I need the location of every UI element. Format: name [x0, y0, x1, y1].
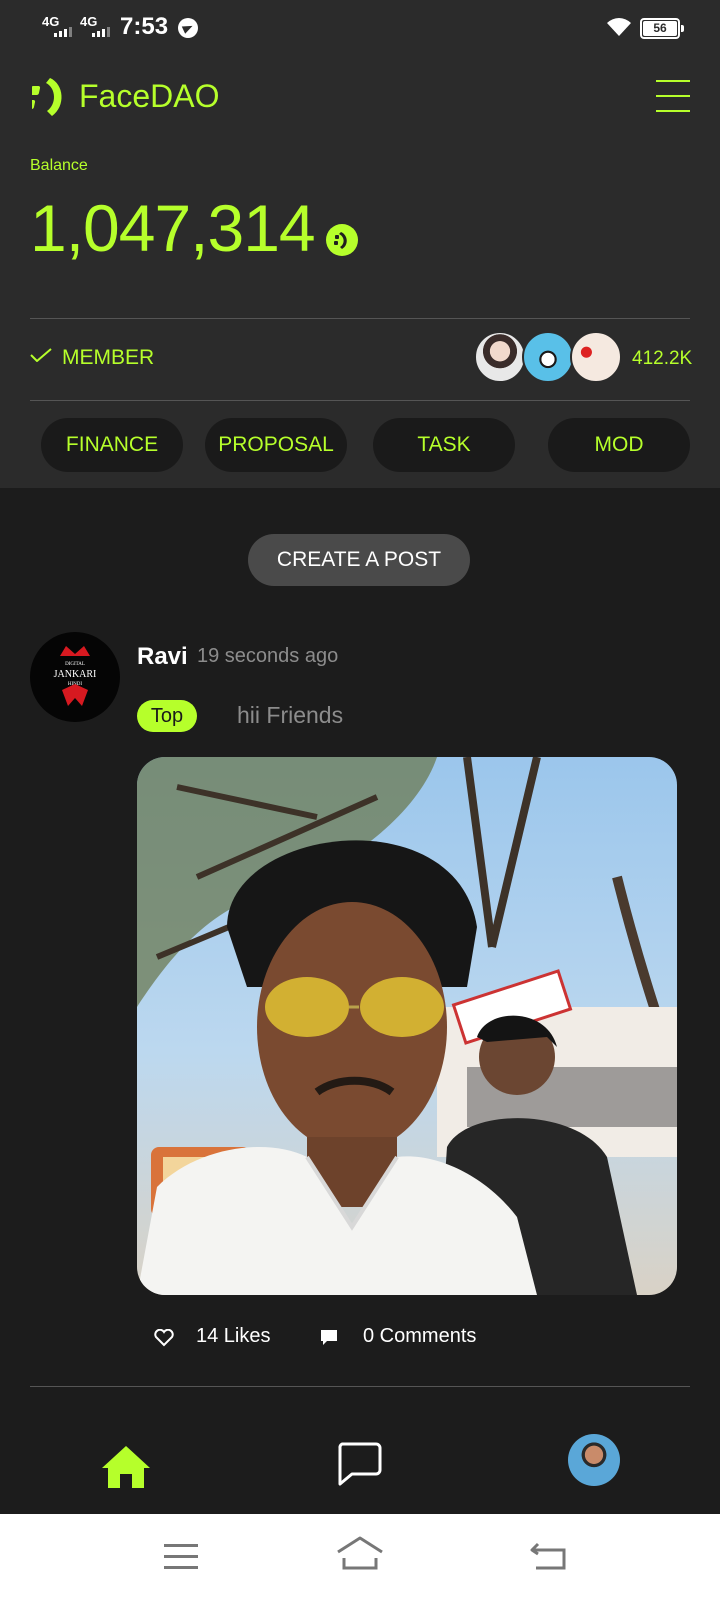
chat-icon[interactable] — [336, 1440, 382, 1486]
post-author[interactable]: Ravi — [137, 643, 188, 671]
telegram-icon — [178, 18, 198, 38]
post-photo — [137, 757, 677, 1295]
member-avatar — [570, 331, 622, 383]
divider — [30, 318, 690, 319]
likes-count[interactable]: 14 Likes — [196, 1325, 271, 1348]
battery-icon: 56 — [640, 18, 684, 39]
jankari-logo: DIGITAL JANKARI HINDI — [54, 646, 97, 706]
signal-icon — [54, 27, 72, 37]
coin-icon — [326, 224, 358, 256]
signal-icon — [92, 27, 110, 37]
proposal-button[interactable]: PROPOSAL — [205, 418, 347, 472]
check-icon — [30, 348, 52, 362]
balance-value: 1,047,314 — [30, 191, 316, 265]
balance-label: Balance — [30, 157, 88, 174]
home-system-icon[interactable] — [336, 1536, 384, 1572]
hamburger-menu-icon[interactable] — [656, 80, 690, 114]
coin-logo-icon — [334, 232, 347, 249]
status-bar: 4G 4G 7:53 56 — [0, 0, 720, 56]
author-avatar[interactable]: DIGITAL JANKARI HINDI — [30, 632, 120, 722]
avatar-text-line: DIGITAL — [65, 662, 85, 667]
facedao-logo-icon — [32, 78, 62, 116]
member-count: 412.2K — [632, 348, 693, 369]
comment-icon[interactable] — [320, 1329, 338, 1347]
post-image[interactable] — [137, 757, 677, 1295]
member-avatar — [474, 331, 526, 383]
member-status: MEMBER — [62, 346, 155, 369]
bottom-tab-bar — [0, 1418, 720, 1514]
avatar-text-line: JANKARI — [54, 669, 97, 680]
back-icon[interactable] — [530, 1540, 566, 1572]
system-navigation-bar — [0, 1514, 720, 1600]
profile-avatar[interactable] — [568, 1434, 620, 1486]
mod-button[interactable]: MOD — [548, 418, 690, 472]
member-avatar — [522, 331, 574, 383]
home-icon[interactable] — [100, 1444, 152, 1490]
post-timestamp: 19 seconds ago — [197, 645, 339, 667]
finance-button[interactable]: FINANCE — [41, 418, 183, 472]
post-text: hii Friends — [237, 702, 344, 728]
top-badge: Top — [137, 700, 197, 732]
wifi-icon — [607, 18, 631, 36]
recent-apps-icon[interactable] — [164, 1544, 198, 1570]
battery-level: 56 — [653, 21, 667, 35]
member-avatars[interactable] — [474, 331, 624, 385]
create-post-button[interactable]: CREATE A POST — [248, 534, 470, 586]
task-button[interactable]: TASK — [373, 418, 515, 472]
status-time: 7:53 — [120, 13, 169, 40]
divider — [30, 400, 690, 401]
header-panel: 4G 4G 7:53 56 FaceDAO Balance 1,047,314 … — [0, 0, 720, 488]
comments-count[interactable]: 0 Comments — [363, 1325, 476, 1348]
divider — [30, 1386, 690, 1387]
app-title: FaceDAO — [79, 78, 220, 114]
heart-icon[interactable] — [154, 1329, 174, 1347]
